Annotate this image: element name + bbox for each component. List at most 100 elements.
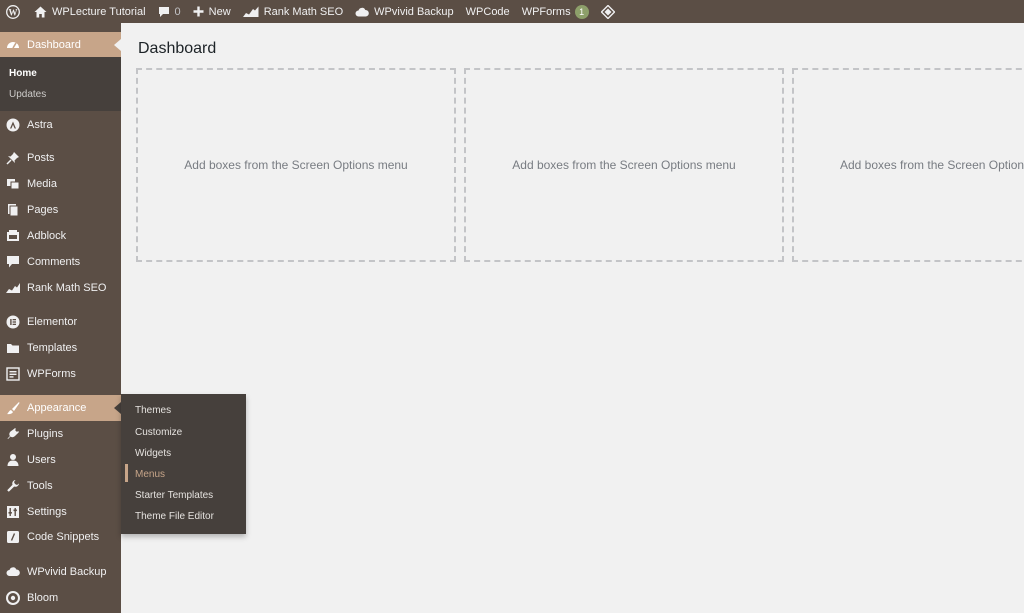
comment-icon [6,255,20,269]
sidebar-item-elementor[interactable]: Elementor [0,309,121,335]
sidebar-item-label: Rank Math SEO [27,282,107,294]
plus-icon [193,6,204,17]
sidebar-item-rank-math[interactable]: Rank Math SEO [0,275,121,301]
elementor-icon [6,315,20,329]
site-name-link[interactable]: WPLecture Tutorial [28,0,152,23]
settings-icon [6,505,20,519]
folder-icon [6,341,20,355]
bloom-icon [6,591,20,605]
wpforms-link[interactable]: WPForms 1 [516,0,595,23]
appearance-flyout-menu: Themes Customize Widgets Menus Starter T… [121,394,246,534]
wordpress-icon: W [5,4,20,19]
adblock-icon [6,229,20,243]
sidebar-item-label: Pages [27,204,59,216]
sidebar-item-label: Astra [27,119,53,131]
dropzone-hint: Add boxes from the Screen Options menu [840,158,1024,172]
comments-count: 0 [174,5,181,18]
pages-icon [6,203,20,217]
admin-sidebar: Dashboard Home Updates Astra Posts Media… [0,23,121,613]
pin-icon [6,151,20,165]
wpvivid-link[interactable]: WPvivid Backup [349,0,459,23]
sidebar-item-wpvivid[interactable]: WPvivid Backup [0,559,121,585]
cloud-icon [6,565,20,579]
sidebar-item-comments[interactable]: Comments [0,249,121,275]
sidebar-item-adblock[interactable]: Adblock [0,223,121,249]
sidebar-item-label: Adblock [27,230,67,242]
rank-math-label: Rank Math SEO [263,5,344,18]
dashboard-icon [6,38,20,52]
chart-icon [242,6,259,17]
current-item-indicator [125,464,128,482]
media-icon [6,177,20,191]
home-icon [34,6,47,17]
sidebar-item-plugins[interactable]: Plugins [0,421,121,447]
sidebar-item-tools[interactable]: Tools [0,473,121,499]
dashboard-widget-dropzone: Add boxes from the Screen Options menu [792,68,1024,262]
flyout-item-starter-templates[interactable]: Starter Templates [135,490,213,501]
new-label: New [208,5,231,18]
page-title: Dashboard [138,40,217,57]
wpforms-label: WPForms [521,5,571,18]
dashboard-submenu: Home Updates [0,57,121,111]
sidebar-item-label: Bloom [27,592,59,604]
sidebar-item-label: Code Snippets [27,531,100,543]
sidebar-item-label: Tools [27,480,53,492]
sidebar-item-label: Settings [27,506,67,518]
wpcode-link[interactable]: WPCode [460,0,516,23]
sidebar-item-label: Posts [27,152,55,164]
sidebar-item-label: Comments [27,256,81,268]
code-icon [6,530,20,544]
sidebar-item-astra[interactable]: Astra [0,112,121,138]
sidebar-item-templates[interactable]: Templates [0,335,121,361]
sidebar-item-wpforms[interactable]: WPForms [0,361,121,387]
sidebar-item-label: Media [27,178,57,190]
user-icon [6,453,20,467]
rank-math-link[interactable]: Rank Math SEO [237,0,349,23]
flyout-item-menus[interactable]: Menus [135,469,165,480]
sidebar-item-media[interactable]: Media [0,171,121,197]
dashboard-widget-dropzone: Add boxes from the Screen Options menu [136,68,456,262]
plug-icon [6,427,20,441]
astra-icon [6,118,20,132]
comments-link[interactable]: 0 [152,0,187,23]
wrench-icon [6,479,20,493]
submenu-item-updates[interactable]: Updates [9,89,46,100]
diamond-icon [600,4,615,19]
new-content-link[interactable]: New [187,0,237,23]
chart-icon [6,281,20,295]
sidebar-item-settings[interactable]: Settings [0,499,121,525]
sidebar-item-label: Templates [27,342,78,354]
sidebar-item-users[interactable]: Users [0,447,121,473]
sidebar-item-bloom[interactable]: Bloom [0,585,121,611]
brush-icon [6,401,20,415]
wpvivid-label: WPvivid Backup [374,5,454,18]
dropzone-hint: Add boxes from the Screen Options menu [512,158,736,172]
sidebar-item-label: Dashboard [27,39,81,51]
flyout-item-customize[interactable]: Customize [135,427,182,438]
admin-bar: W WPLecture Tutorial 0 New Rank Math SEO… [0,0,1024,23]
wordpress-logo-button[interactable]: W [2,0,28,23]
wpcode-label: WPCode [465,5,510,18]
sidebar-item-label: Plugins [27,428,64,440]
dashboard-widget-dropzone: Add boxes from the Screen Options menu [464,68,784,262]
flyout-item-widgets[interactable]: Widgets [135,448,171,459]
sidebar-item-label: WPForms [27,368,76,380]
dropzone-hint: Add boxes from the Screen Options menu [184,158,408,172]
flyout-item-theme-file-editor[interactable]: Theme File Editor [135,511,214,522]
cloud-icon [355,7,369,17]
sidebar-item-label: Appearance [27,402,87,414]
comment-icon [158,6,169,17]
sidebar-item-label: Elementor [27,316,78,328]
submenu-item-home[interactable]: Home [9,68,37,79]
wpforms-badge: 1 [574,4,589,19]
sidebar-item-posts[interactable]: Posts [0,145,121,171]
sidebar-item-appearance[interactable]: Appearance [0,395,121,421]
sidebar-item-dashboard[interactable]: Dashboard [0,32,121,58]
diamond-link[interactable] [595,0,626,23]
sidebar-item-code-snippets[interactable]: Code Snippets [0,524,121,550]
sidebar-item-pages[interactable]: Pages [0,197,121,223]
sidebar-item-label: WPvivid Backup [27,566,107,578]
svg-text:W: W [8,7,17,17]
sidebar-item-label: Users [27,454,56,466]
flyout-item-themes[interactable]: Themes [135,405,171,416]
